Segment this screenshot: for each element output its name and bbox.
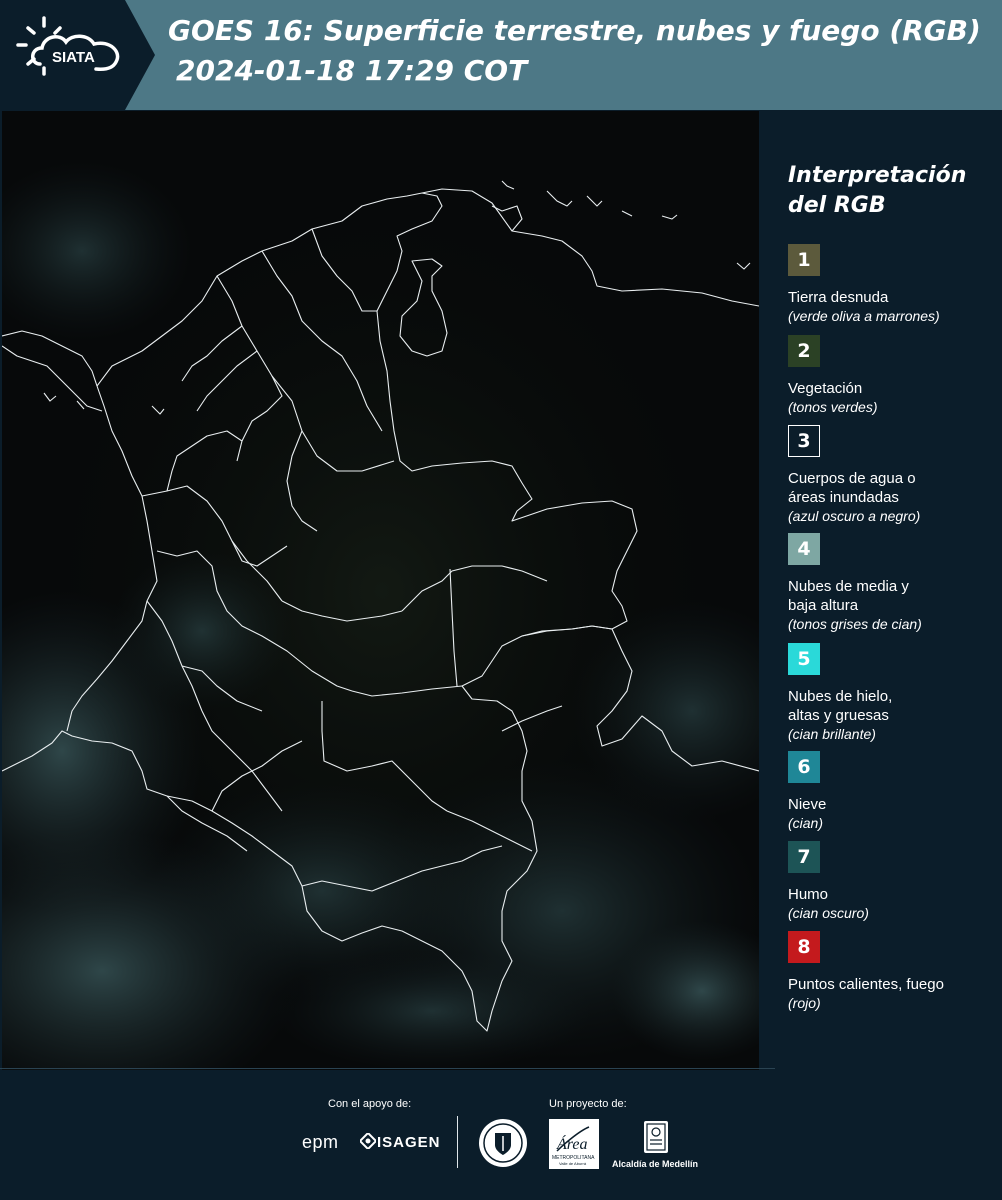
legend-item-fire: 8 Puntos calientes, fuego (rojo) bbox=[788, 931, 998, 1013]
footer-logo-divider bbox=[457, 1116, 458, 1168]
legend-item-water: 3 Cuerpos de agua o áreas inundadas (azu… bbox=[788, 425, 998, 526]
legend-swatch: 8 bbox=[788, 931, 820, 963]
legend-hint: (tonos grises de cian) bbox=[788, 616, 922, 632]
legend-label: Nubes de media y baja altura bbox=[788, 578, 909, 614]
seal-icon bbox=[479, 1119, 527, 1167]
siata-logo-text: SIATA bbox=[52, 49, 95, 66]
legend-label: Nubes de hielo, altas y gruesas bbox=[788, 688, 893, 724]
legend-swatch: 5 bbox=[788, 643, 820, 675]
satellite-map[interactable] bbox=[2, 111, 759, 1070]
legend-item-ice-clouds: 5 Nubes de hielo, altas y gruesas (cian … bbox=[788, 643, 998, 744]
area-logo-sub2: Valle de Aburrá bbox=[559, 1161, 587, 1166]
legend-label: Nieve bbox=[788, 796, 827, 813]
legend-hint: (cian oscuro) bbox=[788, 905, 869, 921]
legend-item-smoke: 7 Humo (cian oscuro) bbox=[788, 841, 998, 923]
area-metropolitana-logo: Área METROPOLITANA Valle de Aburrá bbox=[549, 1119, 599, 1169]
legend-swatch: 6 bbox=[788, 751, 820, 783]
legend-title: Interpretación del RGB bbox=[788, 163, 967, 218]
legend-swatch: 2 bbox=[788, 335, 820, 367]
legend-label: Puntos calientes, fuego bbox=[788, 976, 944, 993]
legend-item-bare-land: 1 Tierra desnuda (verde oliva a marrones… bbox=[788, 244, 998, 326]
page-title: GOES 16: Superficie terrestre, nubes y f… bbox=[168, 14, 981, 47]
footer: Con el apoyo de: Un proyecto de: epm ISA… bbox=[0, 1068, 1002, 1200]
legend-hint: (cian brillante) bbox=[788, 726, 876, 742]
legend-hint: (cian) bbox=[788, 815, 824, 831]
isagen-icon bbox=[360, 1133, 376, 1149]
legend-swatch: 7 bbox=[788, 841, 820, 873]
legend-item-low-clouds: 4 Nubes de media y baja altura (tonos gr… bbox=[788, 533, 998, 634]
legend-hint: (tonos verdes) bbox=[788, 399, 878, 415]
isagen-logo: ISAGEN bbox=[377, 1134, 441, 1151]
legend-panel: Interpretación del RGB 1 Tierra desnuda … bbox=[760, 111, 1002, 1070]
project-label: Un proyecto de: bbox=[549, 1098, 627, 1110]
alcaldia-logo: Alcaldía de Medellín bbox=[612, 1159, 699, 1169]
area-logo-text: Área bbox=[556, 1134, 588, 1153]
legend-hint: (azul oscuro a negro) bbox=[788, 508, 921, 524]
legend-swatch: 1 bbox=[788, 244, 820, 276]
alcaldia-shield-icon bbox=[644, 1121, 668, 1153]
legend-item-snow: 6 Nieve (cian) bbox=[788, 751, 998, 833]
header-bar: SIATA GOES 16: Superficie terrestre, nub… bbox=[0, 0, 1002, 110]
satellite-map-colombia-icon bbox=[2, 111, 759, 1070]
support-label: Con el apoyo de: bbox=[328, 1098, 412, 1110]
legend-swatch: 4 bbox=[788, 533, 820, 565]
legend-label: Cuerpos de agua o áreas inundadas bbox=[788, 470, 916, 506]
page-timestamp: 2024-01-18 17:29 COT bbox=[176, 54, 528, 87]
legend-label: Humo bbox=[788, 886, 829, 903]
legend-swatch: 3 bbox=[788, 425, 820, 457]
epm-logo: epm bbox=[302, 1132, 339, 1152]
legend-label: Vegetación bbox=[788, 380, 863, 397]
siata-logo: SIATA bbox=[0, 0, 155, 110]
legend-hint: (verde oliva a marrones) bbox=[788, 308, 940, 324]
legend-label: Tierra desnuda bbox=[788, 289, 889, 306]
legend-hint: (rojo) bbox=[788, 995, 821, 1011]
legend-item-vegetation: 2 Vegetación (tonos verdes) bbox=[788, 335, 998, 417]
footer-divider bbox=[0, 1068, 775, 1069]
